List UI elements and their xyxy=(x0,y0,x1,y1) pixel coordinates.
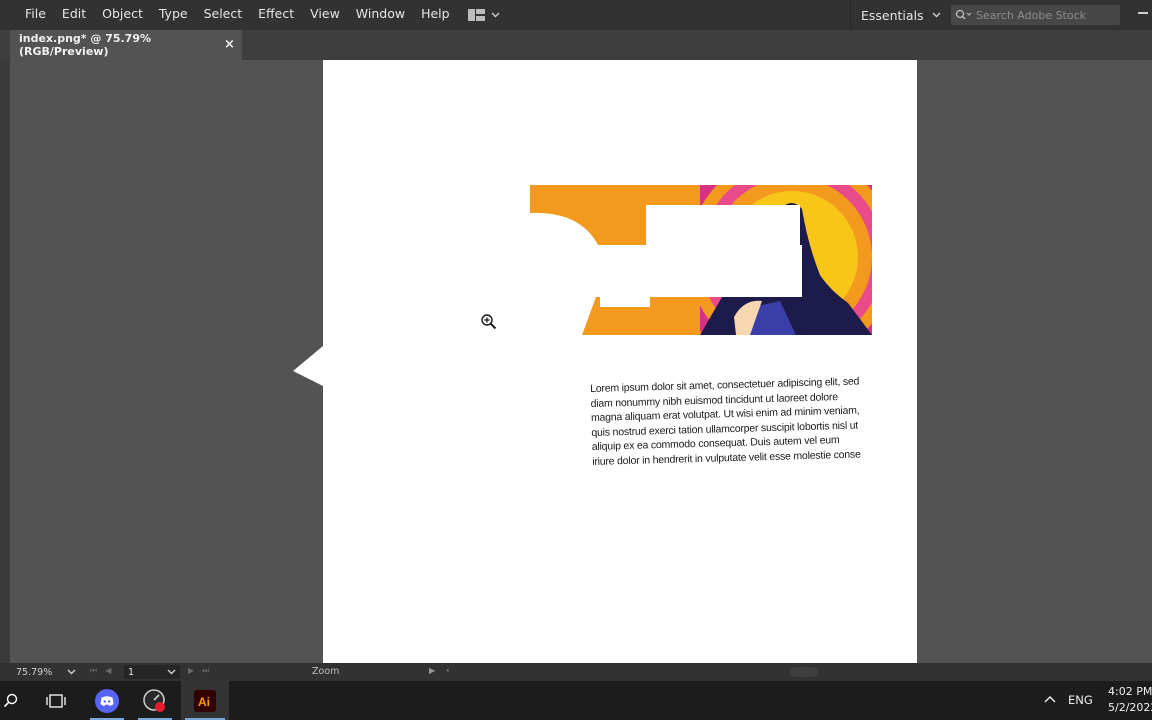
menu-window[interactable]: Window xyxy=(348,0,413,30)
status-menu-arrow-icon[interactable]: ▶ xyxy=(429,666,435,675)
menu-file[interactable]: File xyxy=(17,0,54,30)
chevron-down-icon xyxy=(67,669,76,675)
chevron-down-icon xyxy=(932,12,941,18)
scroll-left-icon[interactable]: ‹ xyxy=(446,666,450,676)
input-language-indicator[interactable]: ENG xyxy=(1068,693,1093,707)
menu-effect[interactable]: Effect xyxy=(250,0,302,30)
artboard-nav-prev[interactable]: ⏮ ◀ xyxy=(90,666,111,676)
menu-help[interactable]: Help xyxy=(413,0,458,30)
task-view-button[interactable] xyxy=(36,681,76,720)
horizontal-scrollbar-thumb[interactable] xyxy=(790,667,818,677)
taskbar-illustrator[interactable]: Ai xyxy=(181,681,229,720)
first-artboard-icon[interactable]: ⏮ xyxy=(90,666,97,676)
arrange-documents-icon xyxy=(467,9,485,21)
next-artboard-icon[interactable]: ▶ xyxy=(188,666,194,676)
current-tool-label: Zoom xyxy=(312,666,340,677)
screen-recorder-icon xyxy=(143,688,165,712)
taskbar-discord[interactable] xyxy=(86,681,128,720)
search-icon xyxy=(3,693,18,707)
previous-artboard-icon[interactable]: ◀ xyxy=(105,666,111,676)
svg-text:Ai: Ai xyxy=(198,695,210,709)
taskbar-search-button[interactable] xyxy=(0,681,22,720)
show-hidden-icons-chevron-icon[interactable] xyxy=(1043,694,1057,704)
document-tab-title: index.png* @ 75.79% (RGB/Preview) xyxy=(19,32,152,58)
artwork-shape-triangle[interactable] xyxy=(293,346,323,386)
adobe-illustrator-icon: Ai xyxy=(194,689,216,712)
clock-time: 4:02 PM xyxy=(1108,685,1152,698)
search-input[interactable] xyxy=(976,8,1116,22)
menu-edit[interactable]: Edit xyxy=(54,0,94,30)
status-bar: 75.79% ⏮ ◀ 1 ▶ ⏭ Zoom ▶ ‹ xyxy=(0,663,1152,681)
tools-panel-edge xyxy=(0,60,10,663)
minimize-button[interactable] xyxy=(1138,12,1148,14)
document-tab[interactable]: index.png* @ 75.79% (RGB/Preview) × xyxy=(10,30,242,60)
chevron-down-icon xyxy=(167,669,176,675)
zoom-cursor-icon xyxy=(481,314,497,330)
workspace-label: Essentials xyxy=(861,7,924,23)
arrange-documents-button[interactable] xyxy=(467,9,500,21)
discord-icon xyxy=(95,688,119,713)
banner-artwork[interactable] xyxy=(530,185,872,335)
menu-select[interactable]: Select xyxy=(196,0,251,30)
artboard[interactable] xyxy=(323,60,917,663)
windows-taskbar: Ai ENG 4:02 PM 5/2/2022 xyxy=(0,681,1152,720)
document-tab-bar: index.png* @ 75.79% (RGB/Preview) × xyxy=(0,30,1152,60)
chevron-down-icon xyxy=(491,12,500,18)
zoom-level-value: 75.79% xyxy=(16,666,53,678)
zoom-level-dropdown[interactable]: 75.79% xyxy=(13,665,79,679)
workspace-switcher[interactable]: Essentials xyxy=(850,0,941,30)
taskbar-screen-recorder[interactable] xyxy=(134,681,176,720)
close-tab-icon[interactable]: × xyxy=(224,37,235,52)
search-icon xyxy=(955,9,972,20)
system-clock[interactable]: 4:02 PM 5/2/2022 xyxy=(1108,684,1152,716)
artboard-nav-next[interactable]: ▶ ⏭ xyxy=(188,666,209,676)
task-view-icon xyxy=(46,693,66,708)
menu-object[interactable]: Object xyxy=(94,0,151,30)
artboard-number-dropdown[interactable]: 1 xyxy=(124,665,180,679)
body-text-block[interactable]: Lorem ipsum dolor sit amet, consectetuer… xyxy=(590,374,864,469)
menu-items: File Edit Object Type Select Effect View… xyxy=(0,0,500,30)
menu-view[interactable]: View xyxy=(302,0,348,30)
last-artboard-icon[interactable]: ⏭ xyxy=(202,666,209,676)
clock-date: 5/2/2022 xyxy=(1108,701,1152,714)
menu-type[interactable]: Type xyxy=(151,0,196,30)
menu-bar: File Edit Object Type Select Effect View… xyxy=(0,0,1152,30)
artboard-number: 1 xyxy=(128,666,135,678)
illustrator-window: File Edit Object Type Select Effect View… xyxy=(0,0,1152,720)
search-adobe-stock[interactable] xyxy=(951,5,1120,25)
